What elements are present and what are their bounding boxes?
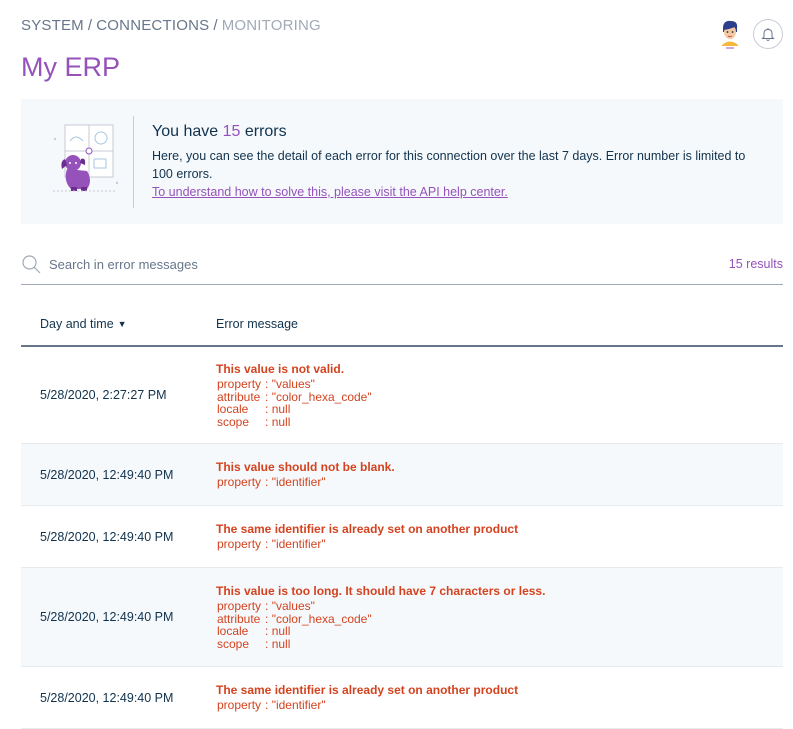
error-property-key: locale xyxy=(217,624,249,638)
error-properties: property: "identifier" xyxy=(217,699,326,712)
breadcrumb: SYSTEM / CONNECTIONS / MONITORING xyxy=(21,17,321,34)
error-property-value: : "values" xyxy=(265,377,315,391)
error-property-value: : null xyxy=(265,402,291,416)
error-property-key: property xyxy=(217,537,262,551)
row-datetime: 5/28/2020, 12:49:40 PM xyxy=(40,529,174,544)
table-row: 5/28/2020, 2:27:27 PM This value is not v… xyxy=(21,346,783,444)
row-datetime: 5/28/2020, 12:49:40 PM xyxy=(40,610,174,624)
bell-icon xyxy=(761,27,775,41)
table-row: 5/28/2020, 12:49:40 PM This value is too … xyxy=(21,568,783,667)
api-help-center-link[interactable]: To understand how to solve this, please … xyxy=(152,185,508,199)
error-property-key: locale xyxy=(217,402,249,416)
error-message-text: This value is not valid. xyxy=(216,362,345,376)
column-header-date-label: Day and time xyxy=(40,317,114,331)
row-error-message: The same identifier is already set on an… xyxy=(216,506,783,551)
row-error-message: This value is not valid. property: "value… xyxy=(216,346,783,428)
error-property-key: property xyxy=(217,475,262,489)
search-bar: 15 results xyxy=(21,250,783,285)
heading-suffix: errors xyxy=(244,123,287,140)
error-property-key: scope xyxy=(217,636,250,651)
banner-divider xyxy=(133,116,134,208)
search-icon xyxy=(22,255,41,274)
info-banner: You have 15 errors Here, you can see the… xyxy=(21,99,783,224)
error-property-value: : null xyxy=(265,624,291,638)
breadcrumb-separator: / xyxy=(87,17,93,34)
page-title: My ERP xyxy=(21,52,121,82)
error-message-text: This value should not be blank. xyxy=(216,460,395,474)
error-table-body: 5/28/2020, 2:27:27 PM This value is not v… xyxy=(21,346,783,729)
error-count: 15 xyxy=(222,123,241,140)
error-message-text: The same identifier is already set on an… xyxy=(216,683,519,697)
row-error-message: This value should not be blank. property:… xyxy=(216,444,783,489)
breadcrumb-separator: / xyxy=(213,17,218,34)
row-error-message: This value is too long. It should have 7… xyxy=(216,568,783,650)
user-avatar[interactable] xyxy=(715,18,745,50)
error-property-value: : "identifier" xyxy=(265,475,326,489)
table-header: Day and time ▼ Error message xyxy=(21,305,783,347)
table-row: 5/28/2020, 12:49:40 PM The same identifie… xyxy=(21,667,783,729)
avatar-icon xyxy=(722,20,738,49)
table-row: 5/28/2020, 12:49:40 PM This value should … xyxy=(21,444,783,506)
breadcrumb-item-system[interactable]: SYSTEM xyxy=(21,17,84,34)
error-property-key: property xyxy=(217,377,262,391)
error-property-key: property xyxy=(217,599,262,613)
column-header-message: Error message xyxy=(216,317,298,331)
error-property-value: : null xyxy=(265,414,291,429)
error-property-key: property xyxy=(217,698,262,712)
notifications-button[interactable] xyxy=(753,19,783,49)
error-property-value: : "identifier" xyxy=(265,537,326,551)
error-count-heading: You have 15 errors xyxy=(152,123,287,141)
error-properties: property: "identifier" xyxy=(217,476,326,489)
error-properties: property: "values" attribute: "color_hexa… xyxy=(217,600,372,650)
error-properties: property: "values" attribute: "color_hexa… xyxy=(217,378,372,428)
error-property-value: : null xyxy=(265,636,291,651)
error-message-text: The same identifier is already set on an… xyxy=(216,522,519,536)
search-input[interactable] xyxy=(49,255,549,273)
row-error-message: The same identifier is already set on an… xyxy=(216,667,783,712)
column-header-date[interactable]: Day and time ▼ xyxy=(40,317,127,331)
breadcrumb-item-current: MONITORING xyxy=(221,17,321,34)
dog-illustration-icon xyxy=(43,119,123,199)
error-properties: property: "identifier" xyxy=(217,538,326,551)
error-property-value: : "identifier" xyxy=(265,698,326,712)
error-message-text: This value is too long. It should have 7… xyxy=(216,584,546,598)
banner-description: Here, you can see the detail of each err… xyxy=(152,149,746,181)
results-count: 15 results xyxy=(728,257,783,271)
error-property-key: scope xyxy=(217,414,250,429)
error-property-value: : "values" xyxy=(265,599,315,613)
table-row: 5/28/2020, 12:49:40 PM The same identifie… xyxy=(21,506,783,568)
heading-prefix: You have xyxy=(152,123,219,140)
row-datetime: 5/28/2020, 2:27:27 PM xyxy=(40,387,167,402)
caret-down-icon: ▼ xyxy=(117,319,127,329)
row-datetime: 5/28/2020, 12:49:40 PM xyxy=(40,690,174,705)
row-datetime: 5/28/2020, 12:49:40 PM xyxy=(40,467,174,482)
breadcrumb-item-connections[interactable]: CONNECTIONS xyxy=(96,17,209,34)
